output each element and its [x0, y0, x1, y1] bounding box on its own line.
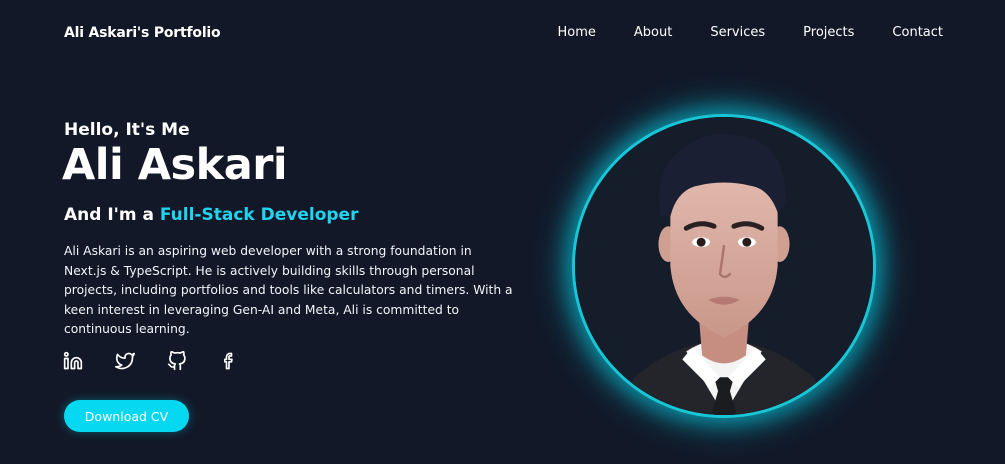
social-links	[63, 351, 239, 371]
nav-projects-link[interactable]: Projects	[803, 25, 854, 40]
twitter-icon[interactable]	[115, 351, 135, 371]
profile-photo-illustration	[575, 117, 873, 415]
nav-home-link[interactable]: Home	[558, 25, 596, 40]
role-line: And I'm a Full-Stack Developer	[64, 205, 358, 225]
hero-name: Ali Askari	[62, 140, 288, 190]
nav-about-link[interactable]: About	[634, 25, 672, 40]
bio-paragraph: Ali Askari is an aspiring web developer …	[64, 244, 513, 336]
portfolio-page: Ali Askari's Portfolio Home About Servic…	[0, 0, 1005, 464]
download-cv-button[interactable]: Download CV	[64, 400, 189, 432]
site-header: Ali Askari's Portfolio Home About Servic…	[0, 0, 1005, 68]
profile-photo	[572, 114, 876, 418]
main-nav: Home About Services Projects Contact	[558, 25, 944, 40]
nav-services-link[interactable]: Services	[710, 25, 765, 40]
role-highlight: Full-Stack Developer	[159, 205, 359, 225]
github-icon[interactable]	[167, 351, 187, 371]
greeting-text: Hello, It's Me	[64, 120, 190, 140]
role-prefix: And I'm a	[64, 205, 154, 225]
facebook-icon[interactable]	[219, 351, 239, 371]
brand-logo[interactable]: Ali Askari's Portfolio	[64, 25, 221, 41]
linkedin-icon[interactable]	[63, 351, 83, 371]
nav-contact-link[interactable]: Contact	[892, 25, 943, 40]
